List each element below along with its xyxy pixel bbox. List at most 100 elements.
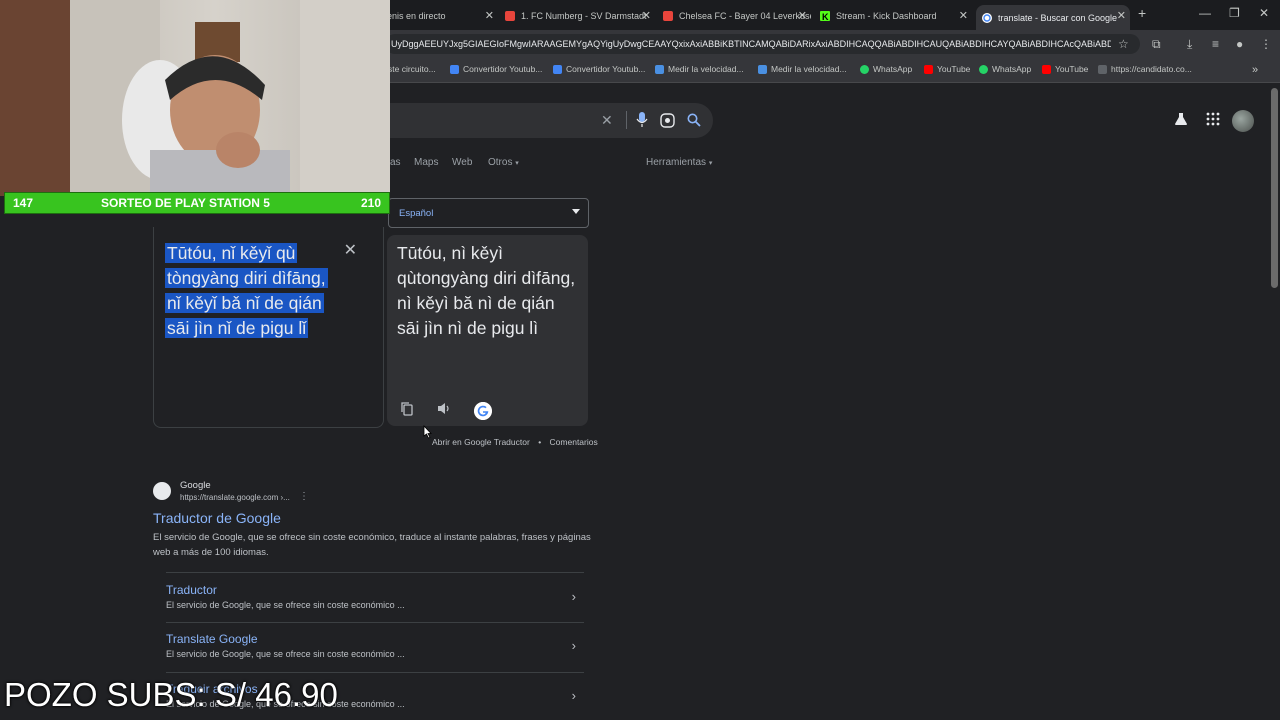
- tab-google-search[interactable]: translate - Buscar con Google ✕: [976, 5, 1130, 30]
- sitelink-translate-google[interactable]: Translate Google El servicio de Google, …: [166, 632, 586, 659]
- scrollbar[interactable]: [1271, 88, 1278, 288]
- target-language-select[interactable]: Español: [388, 198, 589, 228]
- bookmark-label: Convertidor Youtub...: [463, 64, 543, 74]
- bookmark-label: WhatsApp: [873, 64, 913, 74]
- bookmark-item[interactable]: YouTube: [924, 64, 970, 74]
- sitelink-title[interactable]: Translate Google: [166, 632, 586, 646]
- more-bookmarks-icon[interactable]: »: [1252, 64, 1258, 76]
- tab-nurnberg-darmstadt[interactable]: 1. FC Numberg - SV Darmstadt ✕: [505, 5, 655, 27]
- source-text-selection: Tūtóu, nǐ kěyǐ qù tòngyàng diri dìfāng, …: [165, 243, 328, 338]
- search-input[interactable]: ✕: [360, 103, 713, 138]
- caret-down-icon: ▾: [515, 160, 519, 167]
- tools-label: Herramientas: [646, 157, 707, 168]
- bookmark-item[interactable]: Convertidor Youtub...: [553, 64, 645, 74]
- banner-title: SORTEO DE PLAY STATION 5: [101, 196, 270, 210]
- bookmark-label: Convertidor Youtub...: [566, 64, 646, 74]
- webcam-feed-image: [0, 0, 390, 196]
- close-tab-icon[interactable]: ✕: [959, 9, 968, 22]
- tab-otros[interactable]: Otros ▾: [488, 157, 519, 168]
- tab-label: Stream - Kick Dashboard: [836, 11, 937, 21]
- tab-kick-dashboard[interactable]: K Stream - Kick Dashboard ✕: [820, 5, 972, 27]
- restore-icon[interactable]: ❐: [1229, 6, 1240, 20]
- tab-images-partial[interactable]: as: [390, 157, 401, 168]
- google-icon: [982, 12, 992, 23]
- clear-source-icon[interactable]: ✕: [344, 240, 357, 260]
- speaker-icon[interactable]: [437, 402, 451, 415]
- tab-web[interactable]: Web: [452, 157, 472, 168]
- open-in-translate-link[interactable]: Abrir en Google Traductor: [432, 437, 530, 447]
- banner-right-count: 210: [360, 196, 381, 210]
- labs-flask-icon[interactable]: [1174, 112, 1188, 126]
- media-icon[interactable]: ≡: [1212, 37, 1219, 51]
- close-tab-icon[interactable]: ✕: [798, 9, 807, 22]
- bookmark-label: YouTube: [937, 64, 971, 74]
- sitelink-title[interactable]: Traductor: [166, 583, 586, 597]
- search-icon[interactable]: [687, 113, 701, 127]
- google-lens-icon[interactable]: [660, 113, 675, 128]
- sitelink-desc: El servicio de Google, que se ofrece sin…: [166, 600, 405, 610]
- youtube-icon: [924, 64, 933, 74]
- profile-icon[interactable]: ●: [1236, 37, 1243, 51]
- sitelink-traductor[interactable]: Traductor El servicio de Google, que se …: [166, 583, 586, 610]
- speedtest-icon: [758, 64, 767, 74]
- tab-chelsea-leverkusen[interactable]: Chelsea FC - Bayer 04 Leverkusen ✕: [663, 5, 811, 27]
- giveaway-banner: 147 SORTEO DE PLAY STATION 5 210: [4, 192, 390, 214]
- minimize-icon[interactable]: —: [1199, 6, 1211, 20]
- source-text-area[interactable]: Tūtóu, nǐ kěyǐ qù tòngyàng diri dìfāng, …: [153, 227, 384, 428]
- bookmark-item[interactable]: Convertidor Youtub...: [450, 64, 542, 74]
- chevron-right-icon: ›: [571, 638, 576, 653]
- tools-button[interactable]: Herramientas ▾: [646, 157, 712, 168]
- bookmark-item[interactable]: ste circuito...: [388, 64, 436, 74]
- account-avatar[interactable]: [1232, 110, 1254, 132]
- subs-pot-overlay: POZO SUBS: S/ 46.90: [4, 676, 338, 713]
- translate-footer: Abrir en Google Traductor • Comentarios: [432, 437, 598, 447]
- sitelink-desc: El servicio de Google, que se ofrece sin…: [166, 649, 405, 659]
- translation-text: Tūtóu, nì kěyì qùtongyàng diri dìfāng, n…: [397, 243, 576, 338]
- result-title-link[interactable]: Traductor de Google: [153, 510, 281, 526]
- apps-grid-icon[interactable]: [1206, 112, 1220, 126]
- star-icon[interactable]: ☆: [1118, 37, 1129, 51]
- banner-left-count: 147: [13, 196, 34, 210]
- bookmark-label: YouTube: [1055, 64, 1089, 74]
- tab-maps[interactable]: Maps: [414, 157, 438, 168]
- bookmark-item[interactable]: YouTube: [1042, 64, 1088, 74]
- address-bar[interactable]: UyDggAEEUYJxg5GIAEGIoFMgwIARAAGEMYgAQYig…: [385, 34, 1140, 54]
- copy-icon[interactable]: [401, 402, 413, 416]
- bookmark-item[interactable]: Medir la velocidad...: [758, 64, 847, 74]
- svg-text:K: K: [822, 12, 829, 21]
- bookmark-item[interactable]: WhatsApp: [860, 64, 912, 74]
- bookmark-item[interactable]: Medir la velocidad...: [655, 64, 744, 74]
- divider: [166, 672, 584, 673]
- converter-icon: [450, 64, 459, 74]
- bookmark-label: ste circuito...: [388, 64, 436, 74]
- divider: [166, 622, 584, 623]
- microphone-icon[interactable]: [636, 112, 648, 128]
- betting-site-icon: [505, 11, 515, 21]
- tab-label: translate - Buscar con Google: [998, 12, 1118, 23]
- url-text[interactable]: UyDggAEEUYJxg5GIAEGIoFMgwIARAAGEMYgAQYig…: [391, 39, 1111, 49]
- result-site-name[interactable]: Google: [180, 480, 211, 491]
- dropdown-caret-icon: [572, 209, 580, 214]
- new-tab-icon[interactable]: +: [1138, 5, 1146, 21]
- close-tab-icon[interactable]: ✕: [1117, 9, 1126, 22]
- globe-icon: [1098, 64, 1107, 74]
- close-window-icon[interactable]: ✕: [1259, 6, 1269, 20]
- result-url[interactable]: https://translate.google.com ›...: [180, 493, 290, 502]
- source-text[interactable]: Tūtóu, nǐ kěyǐ qù tòngyàng diri dìfāng, …: [165, 241, 340, 341]
- bookmark-label: Medir la velocidad...: [668, 64, 744, 74]
- extensions-icon[interactable]: ⧉: [1152, 37, 1161, 52]
- kick-icon: K: [820, 11, 830, 21]
- download-icon[interactable]: ⤓: [1187, 37, 1192, 52]
- google-g-icon[interactable]: [474, 402, 492, 420]
- clear-search-icon[interactable]: ✕: [601, 112, 613, 129]
- bookmark-label: Medir la velocidad...: [771, 64, 847, 74]
- caret-down-icon: ▾: [708, 160, 713, 167]
- bookmark-item[interactable]: https://candidato.co...: [1098, 64, 1192, 74]
- close-tab-icon[interactable]: ✕: [642, 9, 651, 22]
- feedback-link[interactable]: Comentarios: [550, 437, 598, 447]
- result-more-icon[interactable]: ⋮: [299, 491, 309, 502]
- chevron-right-icon: ›: [571, 688, 576, 703]
- close-tab-icon[interactable]: ✕: [485, 9, 494, 22]
- menu-icon[interactable]: ⋮: [1260, 37, 1272, 51]
- bookmark-item[interactable]: WhatsApp: [979, 64, 1031, 74]
